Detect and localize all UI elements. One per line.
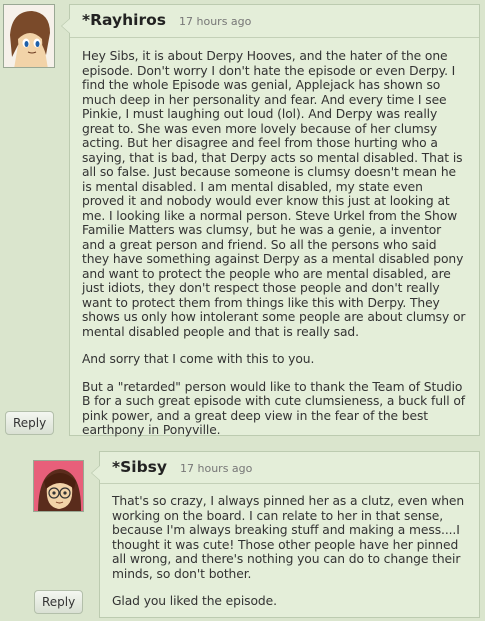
comment-time: 17 hours ago xyxy=(180,462,253,475)
comment-time: 17 hours ago xyxy=(179,15,252,28)
comment-paragraph: That's so crazy, I always pinned her as … xyxy=(112,494,465,581)
comment-body: That's so crazy, I always pinned her as … xyxy=(112,484,467,609)
comment-author[interactable]: *Sibsy xyxy=(112,458,167,476)
comment-paragraph: But a "retarded" person would like to th… xyxy=(82,379,466,438)
reply-button[interactable]: Reply xyxy=(34,590,84,614)
avatar-rayhiros[interactable] xyxy=(3,4,55,68)
reply-button[interactable]: Reply xyxy=(5,411,55,435)
pony-avatar-icon xyxy=(4,5,54,67)
avatar-sibsy[interactable] xyxy=(33,460,84,512)
comment-sibsy: *Sibsy 17 hours ago That's so crazy, I a… xyxy=(91,451,480,618)
comment-paragraph: And sorry that I come with this to you. xyxy=(82,352,315,366)
comment-author[interactable]: *Rayhiros xyxy=(82,11,166,29)
comment-body: Hey Sibs, it is about Derpy Hooves, and … xyxy=(82,38,467,438)
comment-paragraph: Hey Sibs, it is about Derpy Hooves, and … xyxy=(82,49,466,339)
comment-rayhiros: *Rayhiros 17 hours ago Hey Sibs, it is a… xyxy=(61,4,480,438)
pony-avatar-icon xyxy=(34,461,83,511)
comment-paragraph: Glad you liked the episode. xyxy=(112,594,277,608)
